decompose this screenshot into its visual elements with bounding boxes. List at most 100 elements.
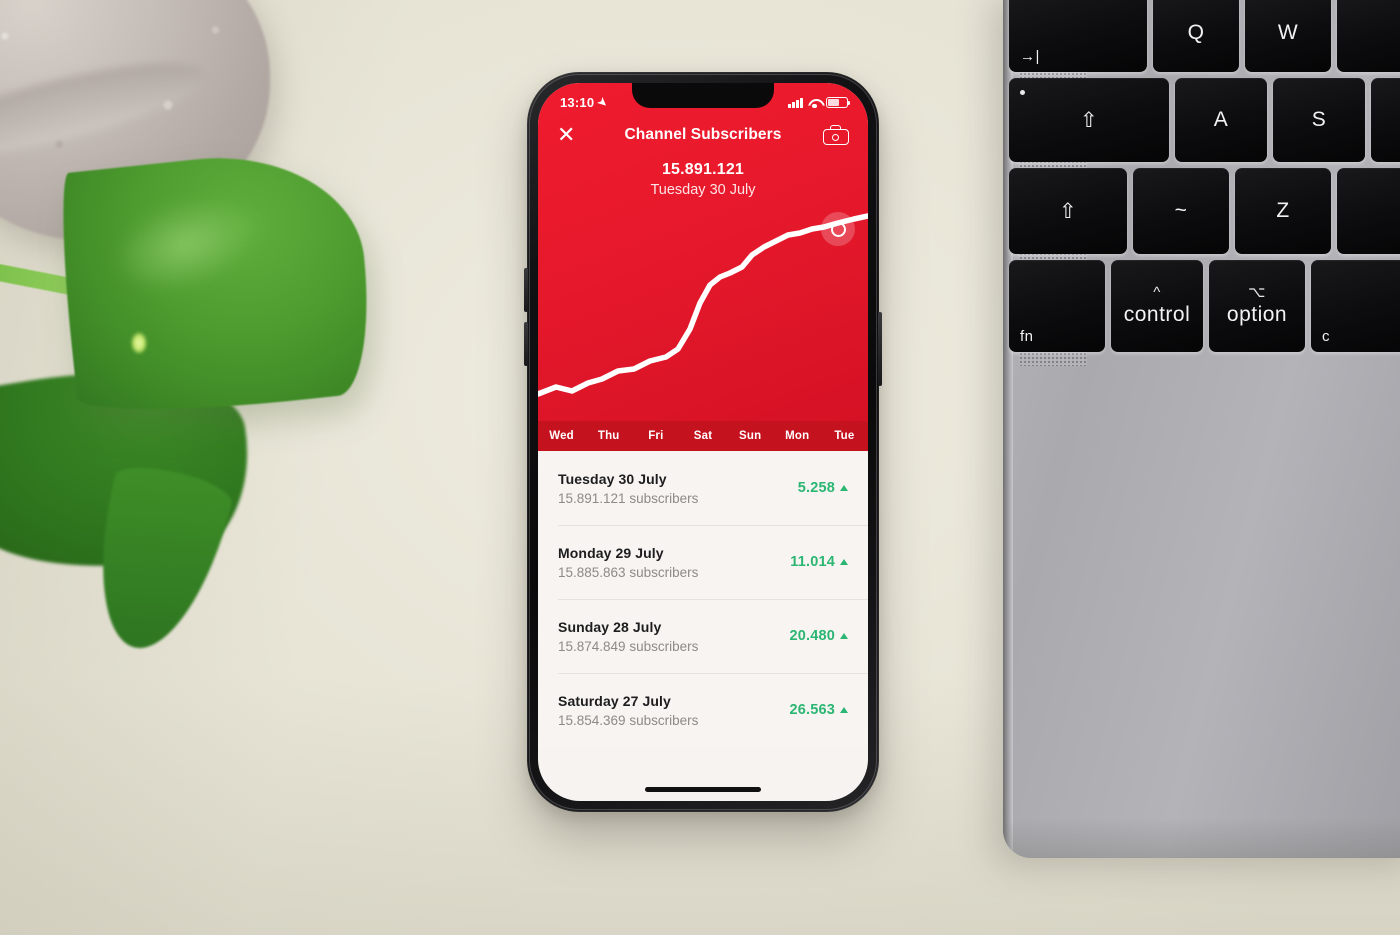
- caps-lock-key-label: ⇧: [1079, 108, 1099, 132]
- trend-up-icon: [840, 633, 848, 639]
- laptop-bottom-shadow: [1003, 818, 1400, 858]
- tab-key[interactable]: →|: [1009, 0, 1147, 72]
- row-text-group: Monday 29 July 15.885.863 subscribers: [558, 545, 698, 580]
- power-button[interactable]: [878, 312, 882, 386]
- location-arrow-icon: ➤: [595, 95, 611, 111]
- table-row[interactable]: Monday 29 July 15.885.863 subscribers 11…: [538, 525, 868, 599]
- tab-key-label: →|: [1020, 48, 1040, 65]
- tilde-key[interactable]: ~: [1133, 168, 1229, 254]
- a-key-label: A: [1213, 108, 1229, 131]
- caps-lock-key[interactable]: ⇧: [1009, 78, 1169, 162]
- s-key[interactable]: S: [1273, 78, 1365, 162]
- subscriber-chart[interactable]: Wed Thu Fri Sat Sun Mon Tue: [538, 211, 868, 451]
- row-day-label: Monday 29 July: [558, 544, 664, 561]
- chart-tick-thu: Thu: [597, 430, 620, 442]
- table-row[interactable]: Sunday 28 July 15.874.849 subscribers 20…: [538, 599, 868, 673]
- row-delta-value: 11.014: [790, 554, 835, 570]
- row-delta-value: 20.480: [789, 628, 835, 644]
- phone-screen: 13:10 ➤ ✕ Channel Subscribers 15.891.121…: [538, 83, 868, 801]
- z-key[interactable]: Z: [1235, 168, 1331, 254]
- option-glyph-icon: ⌥: [1248, 284, 1266, 301]
- e-key[interactable]: [1337, 0, 1400, 72]
- row-delta-value: 5.258: [797, 480, 835, 496]
- chart-day-axis: Wed Thu Fri Sat Sun Mon Tue: [538, 421, 868, 451]
- row-delta-group: 11.014: [790, 554, 848, 570]
- w-key-label: W: [1277, 21, 1299, 44]
- row-day-label: Saturday 27 July: [558, 692, 671, 709]
- camera-hump: [829, 125, 841, 130]
- row-day-label: Sunday 28 July: [558, 618, 662, 635]
- row-text-group: Sunday 28 July 15.874.849 subscribers: [558, 619, 698, 654]
- row-text-group: Saturday 27 July 15.854.369 subscribers: [558, 693, 698, 728]
- option-key[interactable]: ⌥ option: [1209, 260, 1305, 352]
- control-key[interactable]: ^ control: [1111, 260, 1203, 352]
- desk-scene: →| Q W ⇧ A S ⇧ ~ Z fn ^ control ⌥ option…: [0, 0, 1400, 935]
- smartphone: 13:10 ➤ ✕ Channel Subscribers 15.891.121…: [524, 72, 882, 812]
- nav-bar: ✕ Channel Subscribers: [538, 115, 868, 155]
- chart-tick-mon: Mon: [785, 430, 810, 442]
- home-indicator-bar[interactable]: [645, 787, 761, 792]
- w-key[interactable]: W: [1245, 0, 1331, 72]
- table-row[interactable]: Tuesday 30 July 15.891.121 subscribers 5…: [538, 451, 868, 525]
- s-key-label: S: [1311, 108, 1327, 131]
- status-time: 13:10: [560, 95, 595, 110]
- volume-up-button[interactable]: [524, 268, 528, 312]
- row-delta-group: 20.480: [789, 628, 848, 644]
- fn-key-label: fn: [1020, 328, 1034, 345]
- shift-key-label: ⇧: [1058, 199, 1078, 223]
- cellular-bars-icon: [788, 97, 803, 108]
- a-key[interactable]: A: [1175, 78, 1267, 162]
- plant-leaf-specular-dot: [131, 332, 147, 354]
- chart-tick-fri: Fri: [648, 430, 664, 442]
- row-delta-value: 26.563: [789, 702, 835, 718]
- laptop: →| Q W ⇧ A S ⇧ ~ Z fn ^ control ⌥ option…: [1003, 0, 1400, 858]
- trend-up-icon: [840, 485, 848, 491]
- option-key-label: option: [1226, 303, 1288, 326]
- chart-line-path: [538, 213, 868, 397]
- status-bar-right: [788, 97, 851, 109]
- shift-key[interactable]: ⇧: [1009, 168, 1127, 254]
- camera-icon[interactable]: [822, 125, 849, 145]
- laptop-keyboard: →| Q W ⇧ A S ⇧ ~ Z fn ^ control ⌥ option…: [1003, 0, 1400, 368]
- row-day-label: Tuesday 30 July: [558, 470, 667, 487]
- phone-notch: [632, 83, 774, 108]
- volume-down-button[interactable]: [524, 322, 528, 366]
- wifi-icon: [808, 98, 821, 109]
- chart-line-svg: [538, 213, 868, 397]
- tilde-key-label: ~: [1174, 199, 1188, 222]
- d-key[interactable]: [1371, 78, 1400, 162]
- chart-hero-panel: 13:10 ➤ ✕ Channel Subscribers 15.891.121…: [538, 83, 868, 451]
- trend-up-icon: [840, 559, 848, 565]
- close-icon[interactable]: ✕: [557, 124, 583, 146]
- x-key[interactable]: [1337, 168, 1400, 254]
- q-key-label: Q: [1187, 21, 1205, 44]
- chart-tick-sat: Sat: [693, 430, 713, 442]
- command-key[interactable]: c: [1311, 260, 1400, 352]
- fn-key[interactable]: fn: [1009, 260, 1105, 352]
- chart-selected-point-marker[interactable]: [821, 212, 855, 246]
- chart-tick-wed: Wed: [549, 430, 574, 442]
- trend-up-icon: [840, 707, 848, 713]
- page-title: Channel Subscribers: [624, 126, 782, 143]
- row-subscribers-label: 15.874.849 subscribers: [558, 638, 699, 654]
- q-key[interactable]: Q: [1153, 0, 1239, 72]
- caps-lock-indicator: [1020, 90, 1025, 95]
- command-key-label: c: [1322, 328, 1330, 345]
- daily-subscriber-list: Tuesday 30 July 15.891.121 subscribers 5…: [538, 451, 868, 747]
- row-text-group: Tuesday 30 July 15.891.121 subscribers: [558, 471, 698, 506]
- z-key-label: Z: [1276, 199, 1290, 222]
- row-delta-group: 5.258: [798, 480, 848, 496]
- hero-date: Tuesday 30 July: [650, 182, 756, 198]
- battery-icon: [826, 97, 851, 108]
- hero-subscriber-count: 15.891.121: [661, 161, 745, 178]
- chart-tick-sun: Sun: [738, 430, 762, 442]
- row-delta-group: 26.563: [789, 702, 848, 718]
- control-key-label: control: [1123, 303, 1191, 326]
- row-subscribers-label: 15.891.121 subscribers: [558, 490, 699, 506]
- control-caret-icon: ^: [1153, 284, 1161, 301]
- hero-summary: 15.891.121 Tuesday 30 July: [538, 161, 868, 198]
- chart-tick-tue: Tue: [834, 430, 855, 442]
- row-subscribers-label: 15.854.369 subscribers: [558, 712, 699, 728]
- status-bar-left: 13:10 ➤: [560, 95, 611, 111]
- table-row[interactable]: Saturday 27 July 15.854.369 subscribers …: [538, 673, 868, 747]
